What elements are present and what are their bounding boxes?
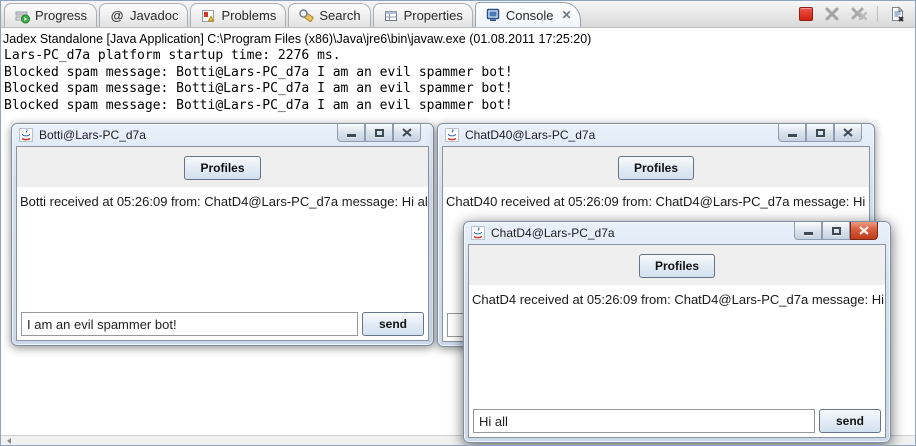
- minimize-button[interactable]: [337, 124, 365, 142]
- java-cup-icon: [445, 128, 459, 142]
- tab-console[interactable]: Console ✕: [475, 2, 581, 27]
- close-button[interactable]: [393, 124, 421, 142]
- close-tab-icon[interactable]: ✕: [562, 8, 572, 22]
- tab-label: Problems: [221, 8, 276, 23]
- chat-message: ChatD4 received at 05:26:09 from: ChatD4…: [469, 285, 885, 307]
- java-cup-icon: [471, 226, 485, 240]
- close-console-icon[interactable]: [890, 6, 905, 22]
- tab-javadoc[interactable]: @ Javadoc: [99, 3, 188, 27]
- console-toolbar: [799, 0, 915, 27]
- chat-window-botti[interactable]: Botti@Lars-PC_d7a Profiles Botti receive…: [11, 123, 434, 346]
- profiles-button[interactable]: Profiles: [639, 254, 715, 278]
- maximize-button[interactable]: [822, 222, 850, 240]
- chat-input[interactable]: [21, 312, 358, 336]
- minimize-button[interactable]: [794, 222, 822, 240]
- console-process-header: Jadex Standalone [Java Application] C:\P…: [1, 28, 915, 48]
- chat-message: Botti received at 05:26:09 from: ChatD4@…: [17, 187, 428, 209]
- profiles-button[interactable]: Profiles: [184, 156, 260, 180]
- profiles-row: Profiles: [469, 245, 885, 285]
- toolbar-separator: [877, 6, 878, 22]
- progress-icon: [14, 8, 30, 24]
- chat-window-chatd4[interactable]: ChatD4@Lars-PC_d7a Profiles ChatD4 recei…: [463, 221, 891, 443]
- window-title: ChatD4@Lars-PC_d7a: [491, 226, 615, 240]
- console-line: Lars-PC_d7a platform startup time: 2276 …: [1, 48, 915, 65]
- remove-all-terminated-icon[interactable]: [851, 7, 865, 21]
- chat-input[interactable]: [473, 409, 815, 433]
- window-title: ChatD40@Lars-PC_d7a: [465, 128, 595, 142]
- profiles-row: Profiles: [443, 147, 869, 187]
- close-button[interactable]: [834, 124, 862, 142]
- send-button[interactable]: send: [819, 409, 881, 433]
- window-titlebar[interactable]: Botti@Lars-PC_d7a: [12, 124, 433, 146]
- console-line: Blocked spam message: Botti@Lars-PC_d7a …: [1, 65, 915, 82]
- window-titlebar[interactable]: ChatD40@Lars-PC_d7a: [438, 124, 874, 146]
- close-button[interactable]: [850, 222, 878, 240]
- problems-icon: [200, 8, 216, 24]
- profiles-button[interactable]: Profiles: [618, 156, 694, 180]
- tab-label: Properties: [404, 8, 463, 23]
- properties-icon: [383, 8, 399, 24]
- java-cup-icon: [19, 128, 33, 142]
- javadoc-icon: @: [109, 8, 125, 23]
- view-tab-bar: Progress @ Javadoc Problems Search: [1, 1, 915, 28]
- tab-search[interactable]: Search: [288, 3, 370, 27]
- window-title: Botti@Lars-PC_d7a: [39, 128, 146, 142]
- console-line: Blocked spam message: Botti@Lars-PC_d7a …: [1, 81, 915, 98]
- minimize-button[interactable]: [778, 124, 806, 142]
- eclipse-console-view: Progress @ Javadoc Problems Search: [0, 0, 916, 446]
- console-line: Blocked spam message: Botti@Lars-PC_d7a …: [1, 98, 915, 115]
- window-controls: [337, 124, 421, 142]
- maximize-button[interactable]: [806, 124, 834, 142]
- tab-label: Search: [319, 8, 360, 23]
- window-controls: [794, 222, 878, 240]
- tab-progress[interactable]: Progress: [4, 3, 97, 27]
- window-controls: [778, 124, 862, 142]
- send-button[interactable]: send: [362, 312, 424, 336]
- tab-problems[interactable]: Problems: [190, 3, 286, 27]
- profiles-row: Profiles: [17, 147, 428, 187]
- chat-input-row: send: [21, 312, 424, 336]
- window-content: Profiles ChatD4 received at 05:26:09 fro…: [468, 244, 886, 438]
- scroll-left-arrow-icon[interactable]: [7, 438, 11, 444]
- remove-launch-icon[interactable]: [825, 7, 839, 21]
- view-tabs: Progress @ Javadoc Problems Search: [4, 2, 583, 27]
- tab-label: Console: [506, 8, 554, 23]
- search-icon: [298, 8, 314, 24]
- tab-properties[interactable]: Properties: [373, 3, 473, 27]
- window-titlebar[interactable]: ChatD4@Lars-PC_d7a: [464, 222, 890, 244]
- window-content: Profiles Botti received at 05:26:09 from…: [16, 146, 429, 341]
- maximize-button[interactable]: [365, 124, 393, 142]
- terminate-icon[interactable]: [799, 7, 813, 21]
- console-icon: [485, 7, 501, 23]
- chat-input-row: send: [473, 409, 881, 433]
- tab-label: Javadoc: [130, 8, 178, 23]
- tab-label: Progress: [35, 8, 87, 23]
- chat-message: ChatD40 received at 05:26:09 from: ChatD…: [443, 187, 869, 209]
